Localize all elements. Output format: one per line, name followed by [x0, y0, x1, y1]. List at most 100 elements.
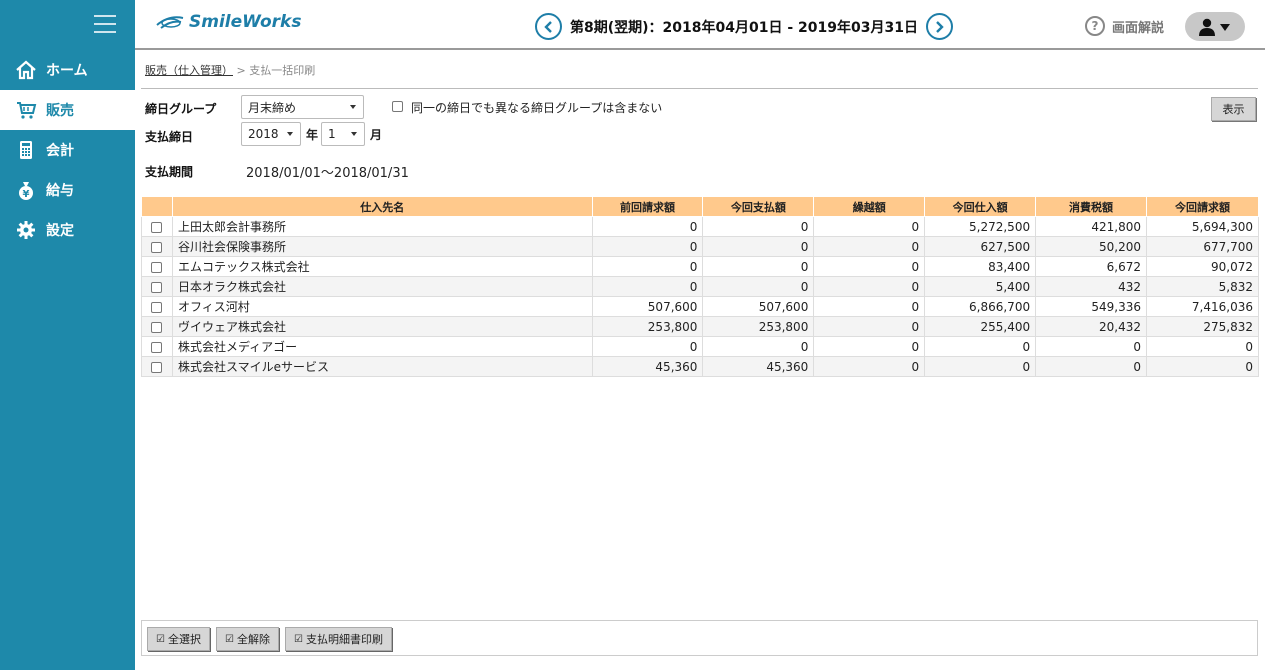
- year-select[interactable]: 2018: [241, 122, 301, 146]
- month-value: 1: [328, 127, 336, 141]
- month-unit: 月: [370, 128, 383, 142]
- tax-cell: 549,336: [1035, 296, 1147, 317]
- print-statement-button[interactable]: ☑ 支払明細書印刷: [285, 627, 392, 651]
- closing-group-label: 締日グループ: [145, 102, 217, 116]
- row-checkbox-cell: [141, 236, 173, 257]
- row-checkbox-cell: [141, 316, 173, 337]
- row-checkbox[interactable]: [151, 341, 163, 353]
- table-row[interactable]: 株式会社スマイルeサービス 45,360 45,360 0 0 0 0: [141, 356, 1259, 377]
- show-button[interactable]: 表示: [1211, 97, 1256, 121]
- tax-cell: 0: [1035, 336, 1147, 357]
- supplier-name-cell: 株式会社スマイルeサービス: [171, 356, 593, 377]
- sidebar-item-accounting[interactable]: 会計: [0, 130, 135, 170]
- row-checkbox[interactable]: [151, 361, 163, 373]
- paid-cell: 0: [702, 216, 815, 237]
- purchases-cell: 5,400: [924, 276, 1037, 297]
- row-checkbox-cell: [141, 256, 173, 277]
- tax-cell: 6,672: [1035, 256, 1147, 277]
- sidebar-item-payroll[interactable]: ¥ 給与: [0, 170, 135, 210]
- table-row[interactable]: 谷川社会保険事務所 0 0 0 627,500 50,200 677,700: [141, 236, 1259, 257]
- row-checkbox-cell: [141, 296, 173, 317]
- year-value: 2018: [248, 127, 279, 141]
- payment-period-label: 支払期間: [145, 165, 194, 179]
- row-checkbox[interactable]: [151, 241, 163, 253]
- dropdown-arrow-icon: [350, 105, 356, 109]
- tax-cell: 20,432: [1035, 316, 1147, 337]
- breadcrumb-link-sales[interactable]: 販売（仕入管理）: [145, 64, 233, 77]
- carryover-cell: 0: [813, 236, 926, 257]
- prev-period-button[interactable]: [535, 13, 562, 40]
- header-paid: 今回支払額: [702, 196, 815, 217]
- payment-close-label: 支払締日: [145, 130, 194, 144]
- row-checkbox[interactable]: [151, 261, 163, 273]
- purchases-cell: 0: [924, 336, 1037, 357]
- money-bag-icon: ¥: [14, 178, 38, 202]
- header-checkbox-cell: [141, 196, 173, 217]
- prev-billed-cell: 0: [591, 256, 704, 277]
- chevron-left-icon: [543, 20, 552, 33]
- table-row[interactable]: オフィス河村 507,600 507,600 0 6,866,700 549,336 7,4…: [141, 296, 1259, 317]
- paid-cell: 507,600: [702, 296, 815, 317]
- carryover-cell: 0: [813, 276, 926, 297]
- supplier-name-cell: ヴイウェア株式会社: [171, 316, 593, 337]
- logo-icon: [156, 16, 184, 29]
- billed-cell: 7,416,036: [1146, 296, 1259, 317]
- check-icon: ☑: [225, 633, 234, 645]
- supplier-name-cell: 上田太郎会計事務所: [171, 216, 593, 237]
- sidebar-item-sales[interactable]: 販売: [0, 90, 135, 130]
- billed-cell: 275,832: [1146, 316, 1259, 337]
- tax-cell: 0: [1035, 356, 1147, 377]
- prev-billed-cell: 0: [591, 336, 704, 357]
- closing-group-select[interactable]: 月末締め: [241, 95, 364, 119]
- sidebar-item-label: 販売: [46, 103, 74, 119]
- logo[interactable]: SmileWorks: [155, 12, 301, 32]
- prev-billed-cell: 0: [591, 216, 704, 237]
- header-billed: 今回請求額: [1146, 196, 1259, 217]
- deselect-all-label: 全解除: [236, 633, 270, 646]
- sidebar-item-home[interactable]: ホーム: [0, 50, 135, 90]
- billed-cell: 0: [1146, 336, 1259, 357]
- billed-cell: 677,700: [1146, 236, 1259, 257]
- table-row[interactable]: 日本オラク株式会社 0 0 0 5,400 432 5,832: [141, 276, 1259, 297]
- tax-cell: 421,800: [1035, 216, 1147, 237]
- row-checkbox-cell: [141, 336, 173, 357]
- divider: [141, 88, 1258, 89]
- row-checkbox[interactable]: [151, 321, 163, 333]
- gear-icon: [14, 218, 38, 242]
- select-all-button[interactable]: ☑ 全選択: [147, 627, 210, 651]
- supplier-name-cell: 株式会社メディアゴー: [171, 336, 593, 357]
- supplier-name-cell: 谷川社会保険事務所: [171, 236, 593, 257]
- check-icon: ☑: [294, 633, 303, 645]
- month-select[interactable]: 1: [321, 122, 365, 146]
- menu-icon[interactable]: [94, 15, 116, 33]
- row-checkbox[interactable]: [151, 301, 163, 313]
- help-icon: ?: [1085, 16, 1105, 36]
- deselect-all-button[interactable]: ☑ 全解除: [216, 627, 279, 651]
- row-checkbox[interactable]: [151, 221, 163, 233]
- user-menu-button[interactable]: [1185, 12, 1245, 41]
- sidebar-item-label: 給与: [46, 183, 74, 199]
- help-button[interactable]: ? 画面解説: [1085, 16, 1164, 36]
- sidebar: ホーム 販売 会計 ¥ 給与 設定: [0, 0, 135, 670]
- sidebar-item-label: ホーム: [46, 63, 88, 79]
- table-row[interactable]: エムコテックス株式会社 0 0 0 83,400 6,672 90,072: [141, 256, 1259, 277]
- sidebar-item-settings[interactable]: 設定: [0, 210, 135, 250]
- carryover-cell: 0: [813, 256, 926, 277]
- next-period-button[interactable]: [925, 13, 953, 40]
- exclude-group-checkbox[interactable]: [392, 101, 403, 112]
- prev-billed-cell: 45,360: [591, 356, 704, 377]
- billed-cell: 5,832: [1146, 276, 1259, 297]
- table-row[interactable]: 株式会社メディアゴー 0 0 0 0 0 0: [141, 336, 1259, 357]
- user-icon: [1199, 18, 1230, 36]
- home-icon: [14, 58, 38, 82]
- table-row[interactable]: 上田太郎会計事務所 0 0 0 5,272,500 421,800 5,694,300: [141, 216, 1259, 237]
- carryover-cell: 0: [813, 356, 926, 377]
- dropdown-arrow-icon: [351, 132, 357, 136]
- row-checkbox[interactable]: [151, 281, 163, 293]
- breadcrumb: 販売（仕入管理） > 支払一括印刷: [145, 62, 315, 78]
- table-row[interactable]: ヴイウェア株式会社 253,800 253,800 0 255,400 20,432 275…: [141, 316, 1259, 337]
- svg-text:¥: ¥: [23, 189, 30, 200]
- select-all-label: 全選択: [167, 633, 201, 646]
- paid-cell: 253,800: [702, 316, 815, 337]
- prev-billed-cell: 253,800: [591, 316, 704, 337]
